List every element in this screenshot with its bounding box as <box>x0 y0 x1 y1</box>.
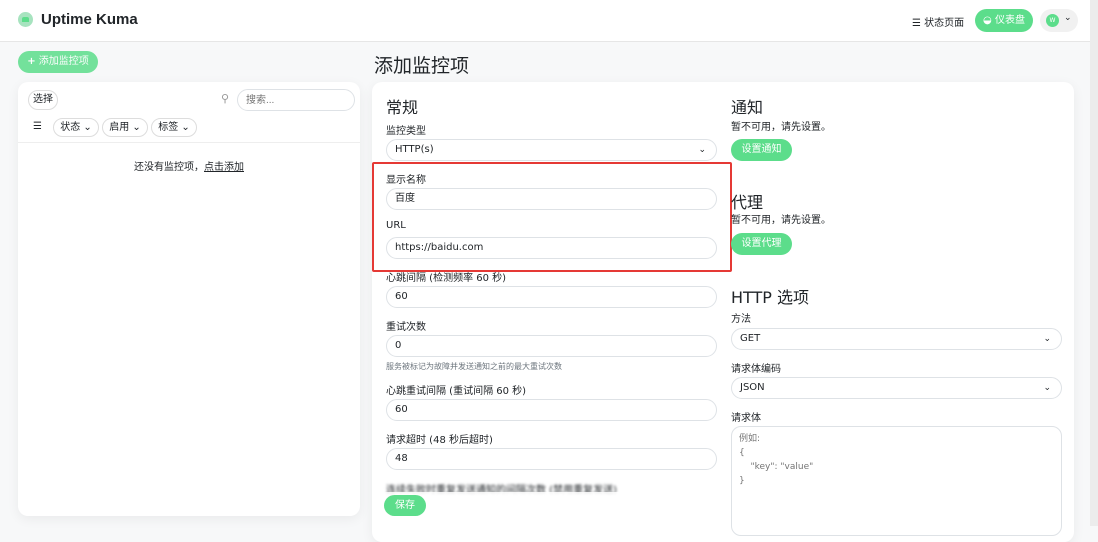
retries-help: 服务被标记为故障并发送通知之前的最大重试次数 <box>386 362 562 371</box>
monitor-type-select[interactable]: HTTP(s) ⌄ <box>386 139 717 161</box>
chevron-down-icon: ⌄ <box>1043 383 1051 393</box>
retry-interval-input[interactable]: 60 <box>386 399 717 421</box>
method-select[interactable]: GET ⌄ <box>731 328 1062 350</box>
uptime-kuma-logo-icon <box>18 12 33 27</box>
avatar: W <box>1046 14 1059 27</box>
page-title: 添加监控项 <box>374 55 470 77</box>
plus-icon: + <box>27 56 36 67</box>
save-bar <box>372 492 732 526</box>
select-button[interactable]: 选择 <box>28 90 58 110</box>
body-label: 请求体 <box>731 413 761 424</box>
search-input[interactable] <box>237 89 355 111</box>
profile-dropdown[interactable]: W ⌄ <box>1040 9 1078 32</box>
divider <box>18 142 360 143</box>
setup-proxy-button[interactable]: 设置代理 <box>731 233 792 255</box>
filter-active[interactable]: 启用 ⌄ <box>102 118 148 137</box>
name-label: 显示名称 <box>386 175 426 186</box>
url-input[interactable]: https://baidu.com <box>386 237 717 259</box>
filter-status[interactable]: 状态 ⌄ <box>53 118 99 137</box>
status-page-link[interactable]: ☰ 状态页面 <box>912 14 964 29</box>
top-navbar: Uptime Kuma ☰ 状态页面 ◒ 仪表盘 W ⌄ <box>0 0 1098 42</box>
proxy-heading: 代理 <box>731 193 764 212</box>
url-label: URL <box>386 220 406 231</box>
scrollbar[interactable] <box>1090 0 1098 526</box>
save-button[interactable]: 保存 <box>384 495 426 516</box>
chevron-down-icon: ⌄ <box>1064 13 1072 23</box>
timeout-input[interactable]: 48 <box>386 448 717 470</box>
search-icon: ⚲ <box>221 92 230 105</box>
empty-state: 还没有监控项，点击添加 <box>134 162 244 173</box>
brand-name[interactable]: Uptime Kuma <box>41 11 138 28</box>
retry-interval-label: 心跳重试间隔 (重试间隔 60 秒) <box>386 386 527 397</box>
dashboard-button[interactable]: ◒ 仪表盘 <box>975 9 1033 32</box>
monitor-list-panel: 选择 ⚲ ☰ 状态 ⌄ 启用 ⌄ 标签 ⌄ 还没有监控项，点击添加 <box>18 82 360 516</box>
interval-input[interactable]: 60 <box>386 286 717 308</box>
add-monitor-link[interactable]: 点击添加 <box>204 162 244 173</box>
filter-tags[interactable]: 标签 ⌄ <box>151 118 197 137</box>
retries-input[interactable]: 0 <box>386 335 717 357</box>
add-monitor-button[interactable]: + 添加监控项 <box>18 51 98 73</box>
notification-text: 暂不可用，请先设置。 <box>731 122 831 133</box>
timeout-label: 请求超时 (48 秒后超时) <box>386 435 493 446</box>
monitor-type-label: 监控类型 <box>386 126 426 137</box>
body-encoding-select[interactable]: JSON ⌄ <box>731 377 1062 399</box>
filter-menu-icon: ☰ <box>33 121 42 132</box>
general-heading: 常规 <box>386 98 419 117</box>
list-icon: ☰ <box>912 18 921 29</box>
setup-notification-button[interactable]: 设置通知 <box>731 139 792 161</box>
chevron-down-icon: ⌄ <box>698 145 706 155</box>
body-encoding-label: 请求体编码 <box>731 364 781 375</box>
request-body-textarea[interactable] <box>731 426 1062 536</box>
method-label: 方法 <box>731 314 751 325</box>
gauge-icon: ◒ <box>983 15 992 26</box>
notification-heading: 通知 <box>731 98 764 117</box>
retries-label: 重试次数 <box>386 322 426 333</box>
chevron-down-icon: ⌄ <box>1043 334 1051 344</box>
friendly-name-input[interactable]: 百度 <box>386 188 717 210</box>
http-options-heading: HTTP 选项 <box>731 288 810 307</box>
proxy-text: 暂不可用，请先设置。 <box>731 215 831 226</box>
